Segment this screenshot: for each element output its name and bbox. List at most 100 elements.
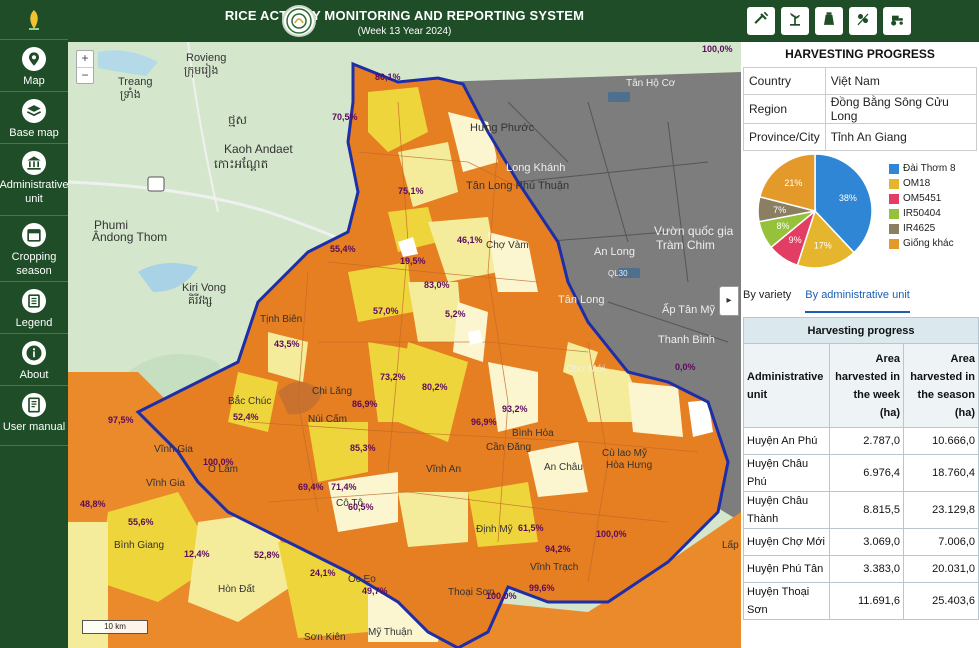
map-place-label: An Châu [544,462,583,473]
district-percent-label[interactable]: 49,7% [362,586,388,596]
district-percent-label[interactable]: 24,1% [310,568,336,578]
district-percent-label[interactable]: 12,4% [184,549,210,559]
table-row[interactable]: Huyện Phú Tân 3.383,0 20.031,0 [742,555,979,583]
map-place-label: គិរីវង្ស [188,295,213,307]
map-place-label: Hòa Hưng [606,460,653,471]
map-place-label: An Long [594,246,635,258]
plant-tool-button[interactable] [781,7,809,35]
government-building-icon [22,151,46,175]
table-cell-season: 20.031,0 [902,555,979,583]
legend-item[interactable]: OM5451 [889,191,956,206]
district-percent-label[interactable]: 94,2% [545,544,571,554]
table-row[interactable]: Huyện Châu Thành 8.815,5 23.129,8 [742,491,979,529]
rice-logo-icon [29,9,39,30]
sidebar-item-user-manual[interactable]: User manual [0,386,68,446]
district-percent-label[interactable]: 93,2% [502,404,528,414]
table-row[interactable]: Huyện Châu Phú 6.976,4 18.760,4 [742,454,979,492]
map-place-label: Chợ Vàm [486,240,529,251]
district-percent-label[interactable]: 57,0% [373,306,399,316]
map-place-label: Vĩnh Gia [146,478,185,489]
district-percent-label[interactable]: 55,4% [330,244,356,254]
district-percent-label[interactable]: 60,5% [348,502,374,512]
sidebar-item-about[interactable]: About [0,334,68,386]
sidebar-item-legend[interactable]: Legend [0,282,68,334]
map-place-label: Vĩnh Trạch [530,562,579,573]
info-icon [22,341,46,365]
district-percent-label[interactable]: 61,5% [518,523,544,533]
map-place-label: Chi Lăng [312,386,353,397]
sidebar-item-map[interactable]: Map [0,40,68,92]
district-percent-label[interactable]: 80,2% [422,382,448,392]
table-cell-season: 25.403,6 [902,582,979,620]
map-canvas[interactable] [68,42,741,648]
district-percent-label[interactable]: 97,5% [108,415,134,425]
legend-swatch [889,208,899,219]
district-percent-label[interactable]: 100,0% [596,529,627,539]
sidebar-item-cropping-season[interactable]: Cropping season [0,216,68,282]
district-percent-label[interactable]: 71,4% [331,482,357,492]
district-percent-label[interactable]: 52,4% [233,412,259,422]
calendar-icon [22,223,46,247]
map-place-label: ក្រុមរៀង [184,65,219,77]
table-cell-season: 10.666,0 [902,427,979,455]
district-percent-label[interactable]: 80,1% [375,72,401,82]
tractor-tool-button[interactable] [883,7,911,35]
sidebar-item-label: About [19,369,49,381]
district-percent-label[interactable]: 69,4% [298,482,324,492]
map-place-label: Bình Hòa [512,428,554,439]
district-percent-label[interactable]: 0,0% [675,362,696,372]
table-row[interactable]: Huyện Chợ Mới 3.069,0 7.006,0 [742,528,979,556]
district-percent-label[interactable]: 55,6% [128,517,154,527]
district-percent-label[interactable]: 86,9% [352,399,378,409]
legend-item[interactable]: OM18 [889,176,956,191]
legend-item[interactable]: IR4625 [889,221,956,236]
map-place-label: កោះអណ្ដែត [214,157,269,171]
map-place-label: Định Mỹ [476,524,513,535]
district-percent-label[interactable]: 99,6% [529,583,555,593]
table-row[interactable]: Huyện Thoại Sơn 11.691,6 25.403,6 [742,582,979,620]
tractor-icon [887,9,907,34]
legend-swatch [889,238,899,249]
sack-tool-button[interactable] [815,7,843,35]
district-percent-label[interactable]: 100,0% [486,591,517,601]
district-percent-label[interactable]: 83,0% [424,280,450,290]
info-label: Region [743,94,826,124]
sidebar-item-administrative-unit[interactable]: Administrative unit [0,144,69,216]
district-percent-label[interactable]: 48,8% [80,499,106,509]
table-row[interactable]: Huyện An Phú 2.787,0 10.666,0 [742,427,979,455]
district-percent-label[interactable]: 70,5% [332,112,358,122]
zoom-in-button[interactable]: + [77,51,93,67]
seedling-tool-button[interactable] [849,7,877,35]
district-percent-label[interactable]: 46,1% [457,235,483,245]
legend-label: OM18 [903,178,931,189]
legend-item[interactable]: Đài Thơm 8 [889,161,956,176]
map-place-label: Kiri Vong [182,282,227,294]
legend-item[interactable]: IR50404 [889,206,956,221]
legend-swatch [889,163,899,174]
district-percent-label[interactable]: 19,5% [400,256,426,266]
map-place-label: Tịnh Biên [260,314,303,325]
collapse-panel-button[interactable]: ▸ [719,286,739,316]
district-percent-label[interactable]: 5,2% [445,309,466,319]
district-percent-label[interactable]: 75,1% [398,186,424,196]
table-cell-week: 8.815,5 [829,491,904,529]
map-view[interactable]: Rovieng ក្រុមរៀង Treang ទ្រាំង ថ្មស Kaoh Anda… [68,42,741,648]
sidebar-item-label: User manual [2,421,66,433]
sidebar-item-base-map[interactable]: Base map [0,92,68,144]
district-percent-label[interactable]: 52,8% [254,550,280,560]
info-label: Province/City [743,123,826,151]
district-percent-label[interactable]: 85,3% [350,443,376,453]
zoom-out-button[interactable]: − [77,67,93,83]
table-cell-season: 23.129,8 [902,491,979,529]
sidebar-item-label: Map [23,75,45,87]
tab-by-variety[interactable]: By variety [743,289,791,313]
table-cell-week: 6.976,4 [829,454,904,492]
harvest-tool-button[interactable] [747,7,775,35]
district-percent-label[interactable]: 100,0% [702,44,733,54]
legend-item[interactable]: Giống khác [889,236,956,251]
district-percent-label[interactable]: 73,2% [380,372,406,382]
district-percent-label[interactable]: 96,9% [471,417,497,427]
tab-by-administrative-unit[interactable]: By administrative unit [805,289,910,313]
district-percent-label[interactable]: 43,5% [274,339,300,349]
district-percent-label[interactable]: 100,0% [203,457,234,467]
